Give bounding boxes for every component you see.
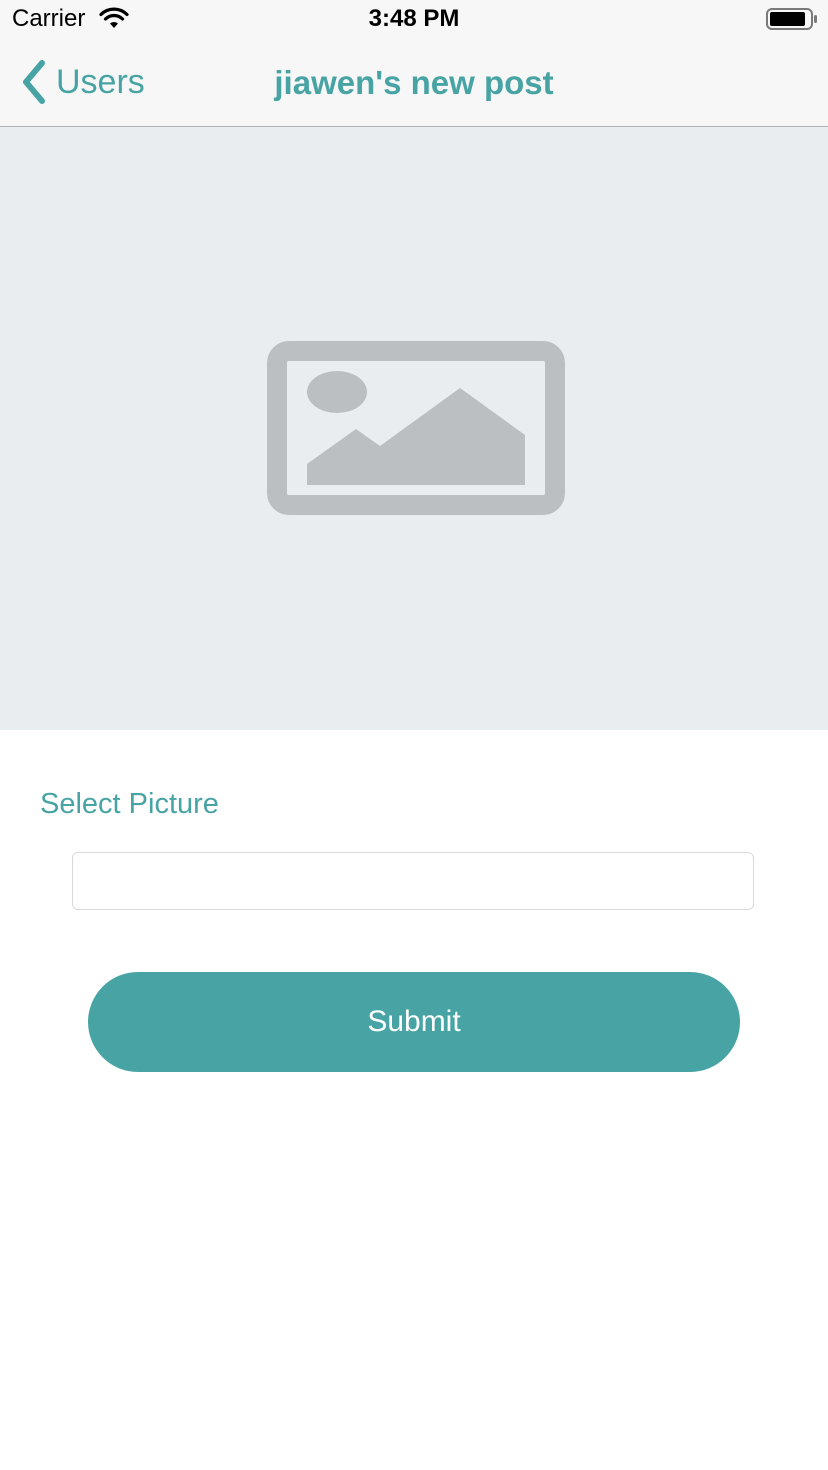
battery-icon <box>766 8 817 30</box>
image-preview[interactable] <box>0 127 828 730</box>
navigation-bar: Users jiawen's new post <box>0 38 828 127</box>
submit-button[interactable]: Submit <box>88 972 740 1072</box>
caption-input[interactable] <box>72 852 754 910</box>
image-placeholder-icon <box>267 341 565 515</box>
screen: Carrier 3:48 PM Users jiawen's new post <box>0 0 828 1470</box>
status-bar: Carrier 3:48 PM <box>0 0 828 38</box>
status-time: 3:48 PM <box>368 5 460 32</box>
select-picture-button[interactable]: Select Picture <box>40 788 219 821</box>
page-title: jiawen's new post <box>274 64 554 101</box>
